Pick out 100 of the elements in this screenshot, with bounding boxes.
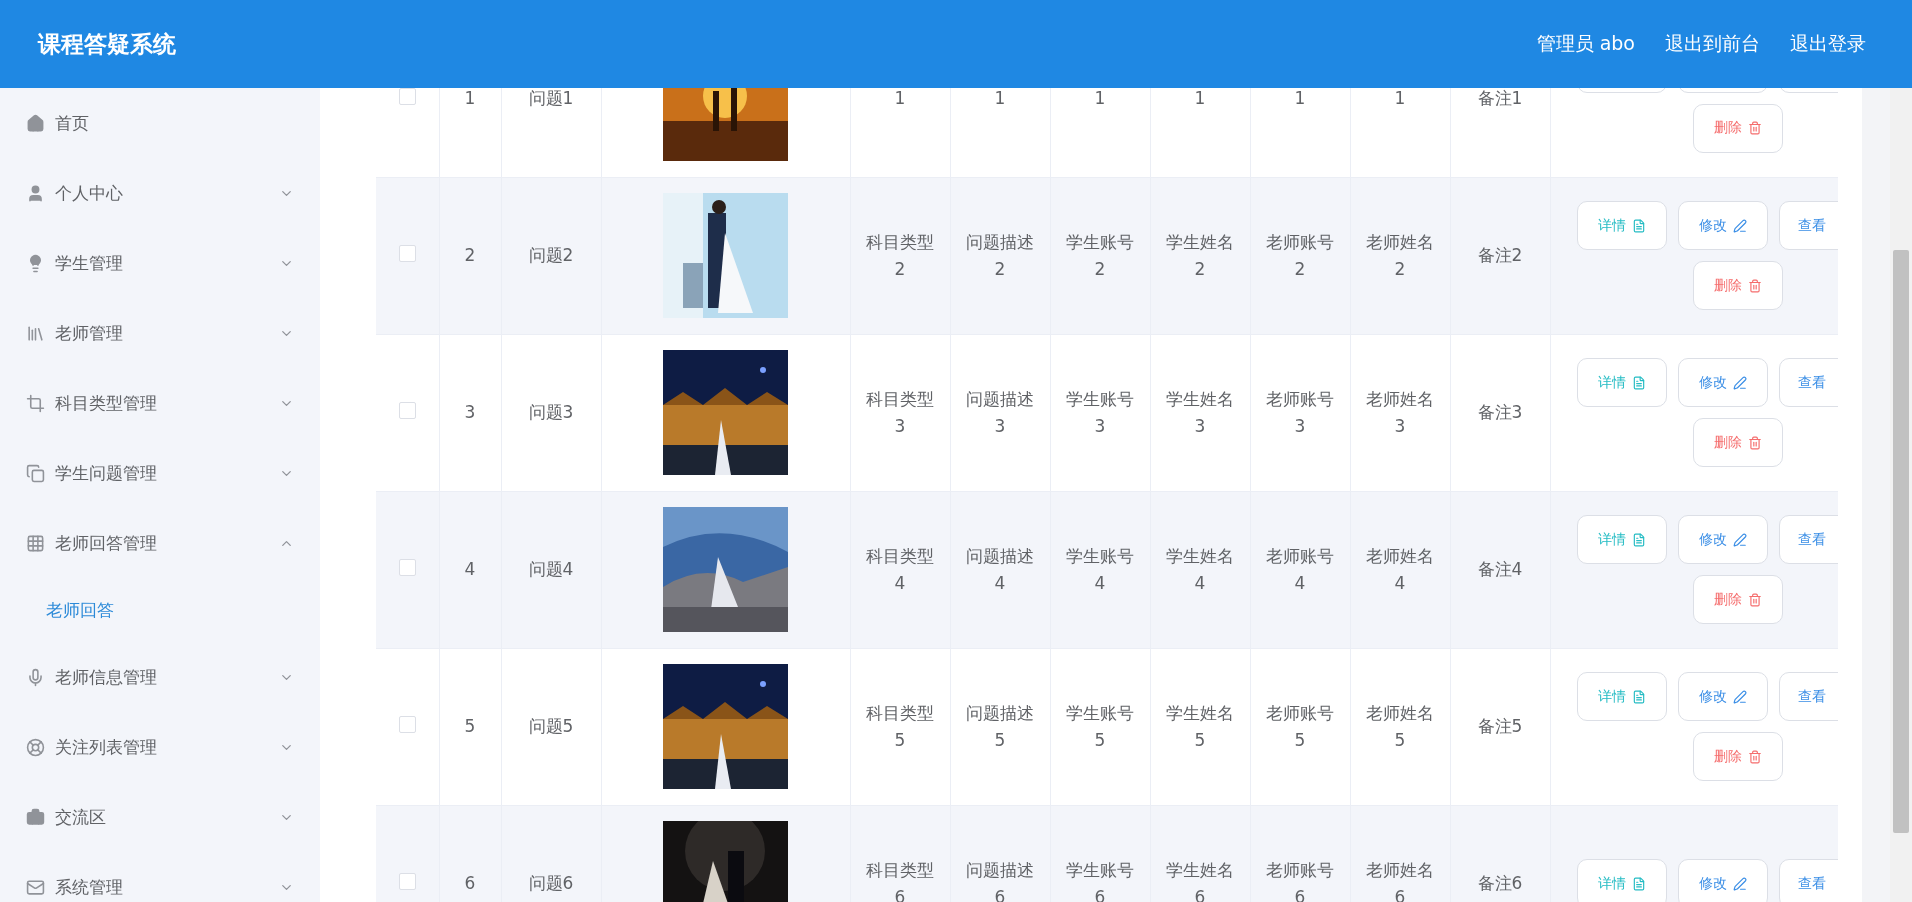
table-cell-text: 老师账号2 [1265,230,1335,281]
edit-button[interactable]: 修改 [1678,859,1768,902]
document-icon [1632,375,1646,390]
microphone-icon [26,667,45,687]
scrollbar-thumb[interactable] [1893,250,1909,833]
table-cell-text: 1 [994,88,1006,110]
menu-item[interactable]: 首页 [0,88,320,158]
menu-label: 系统管理 [55,875,124,899]
row-checkbox[interactable] [398,716,416,733]
table-cell-text: 科目类型3 [865,387,935,438]
menu-item[interactable]: 系统管理 [0,852,320,902]
table-cell-text: 科目类型4 [865,544,935,595]
table-cell-text: 1 [1194,88,1206,110]
submenu-item[interactable]: 老师回答 [0,578,320,642]
table-cell-text: 老师姓名6 [1365,858,1435,902]
table-cell-text: 问题描述6 [965,858,1035,902]
menu-label: 关注列表管理 [55,735,158,759]
edit-button[interactable]: 修改 [1678,672,1768,721]
delete-button[interactable]: 删除 [1693,418,1783,467]
view-button[interactable]: 查看 [1779,859,1838,902]
details-button[interactable]: 详情 [1577,201,1667,250]
pencil-icon [1733,532,1747,547]
mail-icon [26,877,45,897]
table-cell-text: 老师账号3 [1265,387,1335,438]
details-button[interactable]: 详情 [1577,672,1667,721]
menu-label: 老师管理 [55,321,124,345]
view-button[interactable]: 查看 [1779,201,1838,250]
delete-button[interactable]: 删除 [1693,103,1783,153]
view-button[interactable]: 查看 [1779,358,1838,407]
delete-button[interactable]: 删除 [1693,575,1783,624]
edit-button[interactable]: 修改 [1678,515,1768,564]
table-cell-text: 备注3 [1477,401,1523,424]
trash-icon [1748,278,1762,293]
row-checkbox[interactable] [398,873,416,890]
menu-item[interactable]: 关注列表管理 [0,712,320,782]
person-icon [26,183,45,203]
table-cell-text: 问题3 [528,401,574,424]
table-cell-text: 问题描述4 [965,544,1035,595]
table-cell-text: 学生账号4 [1065,544,1135,595]
pencil-icon [1733,689,1747,704]
table-cell-text: 问题5 [528,715,574,738]
trash-icon [1748,121,1762,136]
menu-item[interactable]: 科目类型管理 [0,368,320,438]
table-cell-text: 科目类型6 [865,858,935,902]
table-cell-text: 老师姓名4 [1365,544,1435,595]
view-button[interactable]: 查看 [1779,515,1838,564]
table-cell-text: 4 [464,558,476,581]
view-button[interactable]: 查看 [1779,672,1838,721]
details-button[interactable]: 详情 [1577,515,1667,564]
table-cell-text: 学生账号6 [1065,858,1135,902]
menu-item[interactable]: 老师信息管理 [0,642,320,712]
table-cell-text: 学生账号5 [1065,701,1135,752]
table-cell-text: 1 [1294,88,1306,110]
document-icon [1632,218,1646,233]
table-cell-text: 老师账号4 [1265,544,1335,595]
menu-item[interactable]: 个人中心 [0,158,320,228]
scrollbar[interactable] [1890,88,1912,902]
details-button[interactable]: 详情 [1577,358,1667,407]
delete-button[interactable]: 删除 [1693,261,1783,310]
briefcase-icon [26,807,45,827]
table-cell-text: 问题6 [528,872,574,895]
table-cell-text: 2 [464,244,476,267]
table-cell-text: 老师姓名5 [1365,701,1435,752]
header-link[interactable]: 退出到前台 [1665,31,1760,57]
menu-item[interactable]: 学生问题管理 [0,438,320,508]
table-cell-text: 问题描述2 [965,230,1035,281]
table-cell-text: 问题1 [528,88,574,110]
row-checkbox[interactable] [398,88,416,105]
trash-icon [1748,592,1762,607]
header-link[interactable]: 退出登录 [1790,31,1866,57]
row-checkbox[interactable] [398,245,416,262]
menu-item[interactable]: 学生管理 [0,228,320,298]
menu-label: 学生管理 [55,251,124,275]
table-cell-text: 问题2 [528,244,574,267]
delete-button[interactable]: 删除 [1693,732,1783,781]
trash-icon [1748,749,1762,764]
details-button[interactable]: 详情 [1577,859,1667,902]
table-cell-text: 老师姓名3 [1365,387,1435,438]
edit-button[interactable]: 修改 [1678,358,1768,407]
app-title: 课程答疑系统 [38,29,176,59]
crop-icon [26,393,45,413]
grid-icon [26,533,45,553]
row-checkbox[interactable] [398,402,416,419]
table-cell-text: 备注6 [1477,872,1523,895]
menu-label: 科目类型管理 [55,391,158,415]
table-cell-text: 1 [894,88,906,110]
menu-item[interactable]: 交流区 [0,782,320,852]
pencil-icon [1733,218,1747,233]
table-cell-text: 问题描述5 [965,701,1035,752]
table-cell-text: 学生账号3 [1065,387,1135,438]
books-icon [26,323,45,343]
table-cell-text: 学生姓名3 [1165,387,1235,438]
table-cell-text: 6 [464,872,476,895]
menu-item[interactable]: 老师回答管理 [0,508,320,578]
menu-item[interactable]: 老师管理 [0,298,320,368]
header-link[interactable]: 管理员 abo [1536,31,1635,57]
edit-button[interactable]: 修改 [1678,201,1768,250]
table-cell-text: 问题4 [528,558,574,581]
row-checkbox[interactable] [398,559,416,576]
table-cell-text: 老师账号6 [1265,858,1335,902]
